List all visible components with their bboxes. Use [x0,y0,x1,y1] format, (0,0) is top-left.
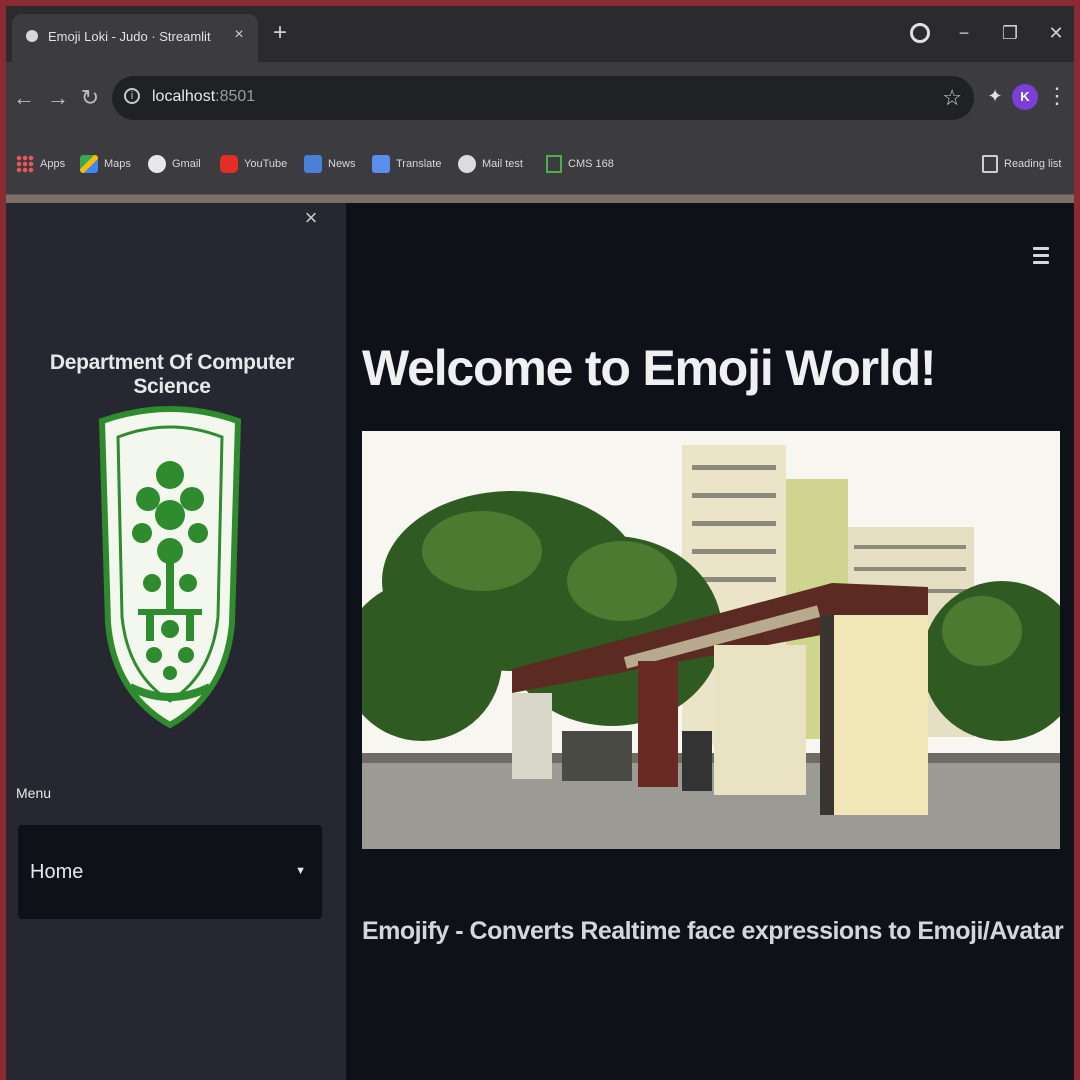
browser-toolbar: ← → ↻ i localhost:8501 ☆ ✦ K ⋮ [6,62,1074,134]
cms-icon [546,155,562,173]
tab-title: Emoji Loki - Judo · Streamlit [48,29,211,44]
bookmark-news[interactable]: News [304,152,356,176]
bookmark-cms[interactable]: CMS 168 [546,152,614,176]
bookmark-mail-test[interactable]: Mail test [458,152,523,176]
profile-avatar[interactable]: K [1012,84,1038,110]
translate-icon [372,155,390,173]
browser-tab[interactable]: Emoji Loki - Judo · Streamlit × [12,14,258,62]
forward-arrow-icon[interactable]: → [44,84,72,112]
browser-window: Emoji Loki - Judo · Streamlit × + − ❐ ✕ … [6,6,1074,1080]
campus-gate-photo-icon [342,431,1074,849]
bookmarks-bar: Apps Maps Gmail YouTube News Translate M… [6,134,1074,195]
page-title: Welcome to Emoji World! [362,340,937,396]
url-text[interactable]: localhost:8501 [152,88,255,106]
back-arrow-icon[interactable]: ← [10,84,38,112]
bookmark-youtube[interactable]: YouTube [220,152,287,176]
new-tab-button[interactable]: + [266,20,294,48]
reading-list-icon [982,155,998,173]
gmail-icon [148,155,166,173]
reload-icon[interactable]: ↻ [76,84,104,112]
app-main-content: Welcome to Emoji World! Emojify - Conver… [342,203,1074,1080]
bookmark-maps[interactable]: Maps [80,152,131,176]
tab-close-icon[interactable]: × [228,24,250,46]
minimize-button[interactable]: − [950,20,978,48]
restore-button[interactable]: ❐ [996,20,1024,48]
youtube-icon [220,155,238,173]
hamburger-menu-icon[interactable] [1030,243,1052,273]
address-bar[interactable]: i localhost:8501 ☆ [112,76,974,120]
menu-label: Menu [16,785,52,801]
menu-selected-value: Home [30,861,84,883]
emblem-shield-icon [98,406,242,729]
page-top-divider [6,195,1074,203]
tab-favicon-icon [26,30,38,42]
department-title: Department Of Computer Science [49,351,295,398]
sidebar-close-icon[interactable]: × [298,205,324,231]
bookmark-translate[interactable]: Translate [372,152,441,176]
app-tagline: Emojify - Converts Realtime face express… [362,917,1064,945]
extensions-puzzle-icon[interactable]: ✦ [984,86,1006,108]
reading-list-button[interactable]: Reading list [982,152,1061,176]
maps-icon [80,155,98,173]
site-info-icon[interactable]: i [124,88,140,104]
browser-menu-icon[interactable]: ⋮ [1046,82,1068,112]
bookmark-gmail[interactable]: Gmail [148,152,201,176]
tab-strip: Emoji Loki - Judo · Streamlit × + − ❐ ✕ [6,6,1074,62]
bookmark-star-icon[interactable]: ☆ [942,85,962,111]
news-icon [304,155,322,173]
tab-search-icon[interactable] [906,20,934,48]
campus-photo [342,431,1074,849]
apps-grid-icon [16,155,34,173]
close-window-button[interactable]: ✕ [1042,20,1070,48]
menu-select[interactable]: Home ▼ [18,825,322,919]
app-sidebar: × Department Of Computer Science Menu Ho… [6,203,346,1080]
caret-down-icon: ▼ [295,865,306,877]
mail-icon [458,155,476,173]
bookmark-apps[interactable]: Apps [16,152,65,176]
college-emblem-logo [92,403,248,729]
